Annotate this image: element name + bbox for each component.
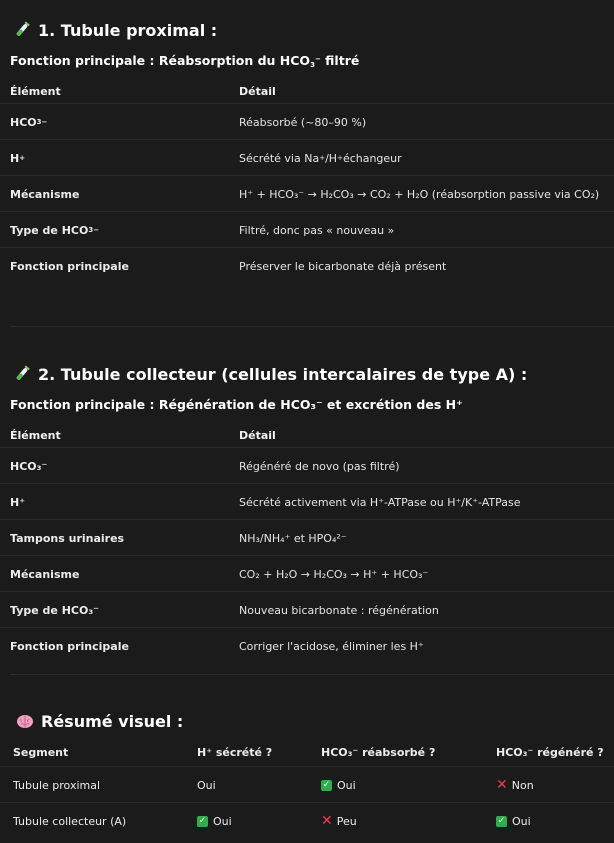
table-row: HCO 3− Réabsorbé (~80–90 %) (0, 103, 614, 140)
row-label: Type de HCO 3− (10, 223, 100, 237)
row-detail: Régénéré de novo (pas filtré) (239, 459, 400, 473)
column-header: Élément (10, 428, 61, 442)
function-subtitle: Fonction principale : Réabsorption du HC… (10, 53, 360, 69)
row-label: Type de HCO₃⁻ (10, 603, 99, 617)
check-icon: ✓ (197, 815, 208, 827)
column-header: HCO₃⁻ régénéré ? (496, 745, 604, 759)
row-detail: NH₃/NH₄⁺ et HPO₄²⁻ (239, 531, 347, 545)
regenere-value: ✓ Oui (496, 814, 531, 828)
row-label: Tampons urinaires (10, 531, 125, 545)
table-header: Élément Détail (0, 423, 614, 448)
row-detail: Filtré, donc pas « nouveau » (239, 223, 395, 237)
row-detail: Préserver le bicarbonate déjà présent (239, 259, 447, 273)
table-row: Mécanisme H⁺ + HCO₃⁻ → H₂CO₃ → CO₂ + H₂O… (0, 175, 614, 212)
table-row: Fonction principale Corriger l'acidose, … (0, 627, 614, 664)
column-header: H⁺ sécrété ? (197, 745, 273, 759)
section-divider (10, 674, 614, 675)
cross-icon: ✕ (496, 776, 508, 793)
section-divider (10, 326, 614, 327)
cross-icon: ✕ (321, 812, 333, 829)
row-label: H⁺ (10, 495, 26, 509)
row-label: Mécanisme (10, 187, 80, 201)
table-row: Fonction principale Préserver le bicarbo… (0, 247, 614, 284)
test-tube-icon (12, 20, 32, 40)
column-header: Segment (13, 745, 69, 759)
function-subtitle: Fonction principale : Régénération de HC… (10, 397, 463, 412)
table-row: Mécanisme CO₂ + H₂O → H₂CO₃ → H⁺ + HCO₃⁻ (0, 555, 614, 592)
reabsorbe-value: ✓ Oui (321, 778, 356, 792)
row-detail: Sécrété via Na +/H + échangeur (239, 151, 402, 165)
column-header: Élément (10, 84, 61, 98)
row-label: Fonction principale (10, 259, 129, 273)
row-detail: Nouveau bicarbonate : régénération (239, 603, 439, 617)
table-row: HCO₃⁻ Régénéré de novo (pas filtré) (0, 447, 614, 484)
table-header: Élément Détail (0, 79, 614, 104)
row-label: HCO 3− (10, 115, 48, 129)
test-tube-icon (12, 364, 32, 384)
row-detail: H⁺ + HCO₃⁻ → H₂CO₃ → CO₂ + H₂O (réabsorp… (239, 187, 600, 201)
table-row: Tampons urinaires NH₃/NH₄⁺ et HPO₄²⁻ (0, 519, 614, 556)
row-detail: Corriger l'acidose, éliminer les H⁺ (239, 639, 424, 653)
row-label: HCO₃⁻ (10, 459, 48, 473)
check-icon: ✓ (321, 779, 332, 791)
row-label: Fonction principale (10, 639, 129, 653)
row-detail: Réabsorbé (~80–90 %) (239, 115, 367, 129)
row-label: Mécanisme (10, 567, 80, 581)
table-row: Type de HCO₃⁻ Nouveau bicarbonate : régé… (0, 591, 614, 628)
segment-name: Tubule collecteur (A) (13, 814, 127, 828)
brain-icon (15, 711, 35, 731)
table-row: H + Sécrété via Na +/H + échangeur (0, 139, 614, 176)
section-heading: 2. Tubule collecteur (cellules intercala… (12, 364, 527, 384)
summary-row: Tubule collecteur (A) ✓ Oui ✕ Peu ✓ Oui (0, 802, 614, 839)
column-header: Détail (239, 84, 276, 98)
table-row: Type de HCO 3− Filtré, donc pas « nouveau… (0, 211, 614, 248)
segment-name: Tubule proximal (13, 778, 101, 792)
summary-row: Tubule proximal Oui ✓ Oui ✕ Non (0, 766, 614, 803)
check-icon: ✓ (496, 815, 507, 827)
row-detail: CO₂ + H₂O → H₂CO₃ → H⁺ + HCO₃⁻ (239, 567, 429, 581)
summary-header: Segment H⁺ sécrété ? HCO₃⁻ réabsorbé ? H… (0, 738, 614, 767)
row-label: H + (10, 151, 26, 165)
row-detail: Sécrété activement via H⁺-ATPase ou H⁺/K… (239, 495, 521, 509)
column-header: HCO₃⁻ réabsorbé ? (321, 745, 436, 759)
h-secrete-value: ✓ Oui (197, 814, 232, 828)
section-heading: 1. Tubule proximal : (12, 20, 217, 40)
summary-heading: Résumé visuel : (15, 711, 183, 731)
h-secrete-value: Oui (197, 778, 216, 792)
table-row: H⁺ Sécrété activement via H⁺-ATPase ou H… (0, 483, 614, 520)
column-header: Détail (239, 428, 276, 442)
reabsorbe-value: ✕ Peu (321, 812, 357, 829)
regenere-value: ✕ Non (496, 776, 534, 793)
